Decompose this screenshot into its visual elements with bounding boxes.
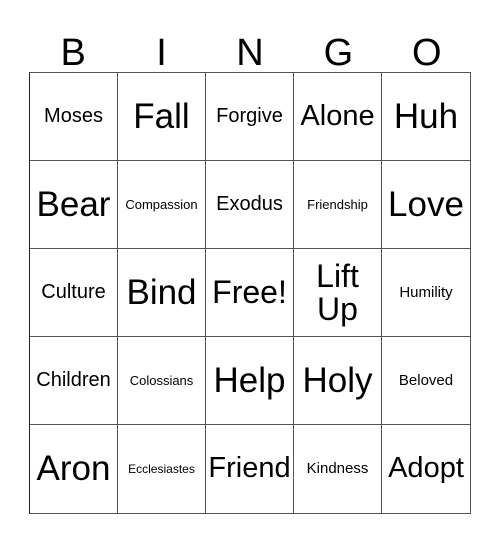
bingo-cell-label: Friendship [307, 196, 368, 212]
bingo-cell-r4c1[interactable]: Children [30, 337, 118, 425]
bingo-cell-label: Fall [133, 96, 190, 136]
bingo-cell-label: Forgive [216, 105, 283, 128]
bingo-cell-r1c2[interactable]: Fall [118, 73, 206, 161]
bingo-cell-r3c4[interactable]: Lift Up [294, 249, 382, 337]
bingo-cell-label: Free! [212, 274, 287, 311]
bingo-cell-r2c3[interactable]: Exodus [206, 161, 294, 249]
bingo-cell-r5c1[interactable]: Aron [30, 425, 118, 513]
bingo-card: B I N G O Moses Fall Forgive Alone Huh Bear Co… [29, 14, 471, 514]
bingo-cell-r4c2[interactable]: Colossians [118, 337, 206, 425]
bingo-header-letter-o: O [411, 32, 442, 74]
bingo-cell-r4c3[interactable]: Help [206, 337, 294, 425]
bingo-cell-r1c5[interactable]: Huh [382, 73, 470, 161]
bingo-grid: Moses Fall Forgive Alone Huh Bear Compassion Ex… [29, 72, 471, 514]
bingo-header-letter-b: B [60, 32, 86, 74]
bingo-cell-r2c5[interactable]: Love [382, 161, 470, 249]
bingo-cell-r2c1[interactable]: Bear [30, 161, 118, 249]
bingo-cell-label: Huh [393, 96, 459, 136]
bingo-cell-r2c2[interactable]: Compassion [118, 161, 206, 249]
bingo-cell-r2c4[interactable]: Friendship [294, 161, 382, 249]
bingo-cell-label: Exodus [216, 193, 283, 216]
bingo-cell-label: Beloved [398, 371, 454, 389]
bingo-cell-label: Adopt [388, 452, 464, 485]
bingo-cell-r3c2[interactable]: Bind [118, 249, 206, 337]
bingo-cell-r5c2[interactable]: Ecclesiastes [118, 425, 206, 513]
bingo-header-letter-g: G [323, 32, 354, 74]
bingo-cell-r3c5[interactable]: Humility [382, 249, 470, 337]
bingo-cell-label: Culture [41, 281, 106, 304]
bingo-cell-r1c4[interactable]: Alone [294, 73, 382, 161]
bingo-cell-r5c4[interactable]: Kindness [294, 425, 382, 513]
bingo-cell-label: Bind [126, 272, 197, 312]
bingo-cell-label: Love [388, 184, 464, 224]
bingo-cell-label: Aron [36, 449, 111, 489]
bingo-cell-label: Moses [44, 105, 103, 128]
bingo-cell-label: Help [213, 360, 286, 400]
bingo-cell-r3c3[interactable]: Free! [206, 249, 294, 337]
bingo-header-letter-n: N [236, 32, 264, 74]
bingo-cell-label: Compassion [125, 196, 198, 212]
bingo-cell-label: Friend [208, 452, 291, 485]
bingo-header-row: B I N G O [29, 14, 471, 72]
bingo-cell-label: Humility [399, 283, 453, 301]
bingo-cell-r1c1[interactable]: Moses [30, 73, 118, 161]
bingo-cell-label: Holy [302, 360, 373, 400]
bingo-cell-r5c5[interactable]: Adopt [382, 425, 470, 513]
bingo-header-letter-i: I [156, 32, 167, 74]
bingo-cell-r1c3[interactable]: Forgive [206, 73, 294, 161]
bingo-cell-label: Colossians [129, 372, 194, 388]
bingo-cell-r4c4[interactable]: Holy [294, 337, 382, 425]
bingo-cell-r4c5[interactable]: Beloved [382, 337, 470, 425]
bingo-cell-label: Ecclesiastes [128, 461, 195, 476]
bingo-cell-label: Alone [300, 99, 375, 132]
bingo-cell-r3c1[interactable]: Culture [30, 249, 118, 337]
bingo-cell-label: Bear [36, 184, 111, 224]
bingo-cell-label: Kindness [306, 460, 369, 478]
bingo-cell-r5c3[interactable]: Friend [206, 425, 294, 513]
bingo-cell-label: Children [36, 369, 111, 392]
bingo-cell-label: Lift Up [316, 257, 359, 327]
